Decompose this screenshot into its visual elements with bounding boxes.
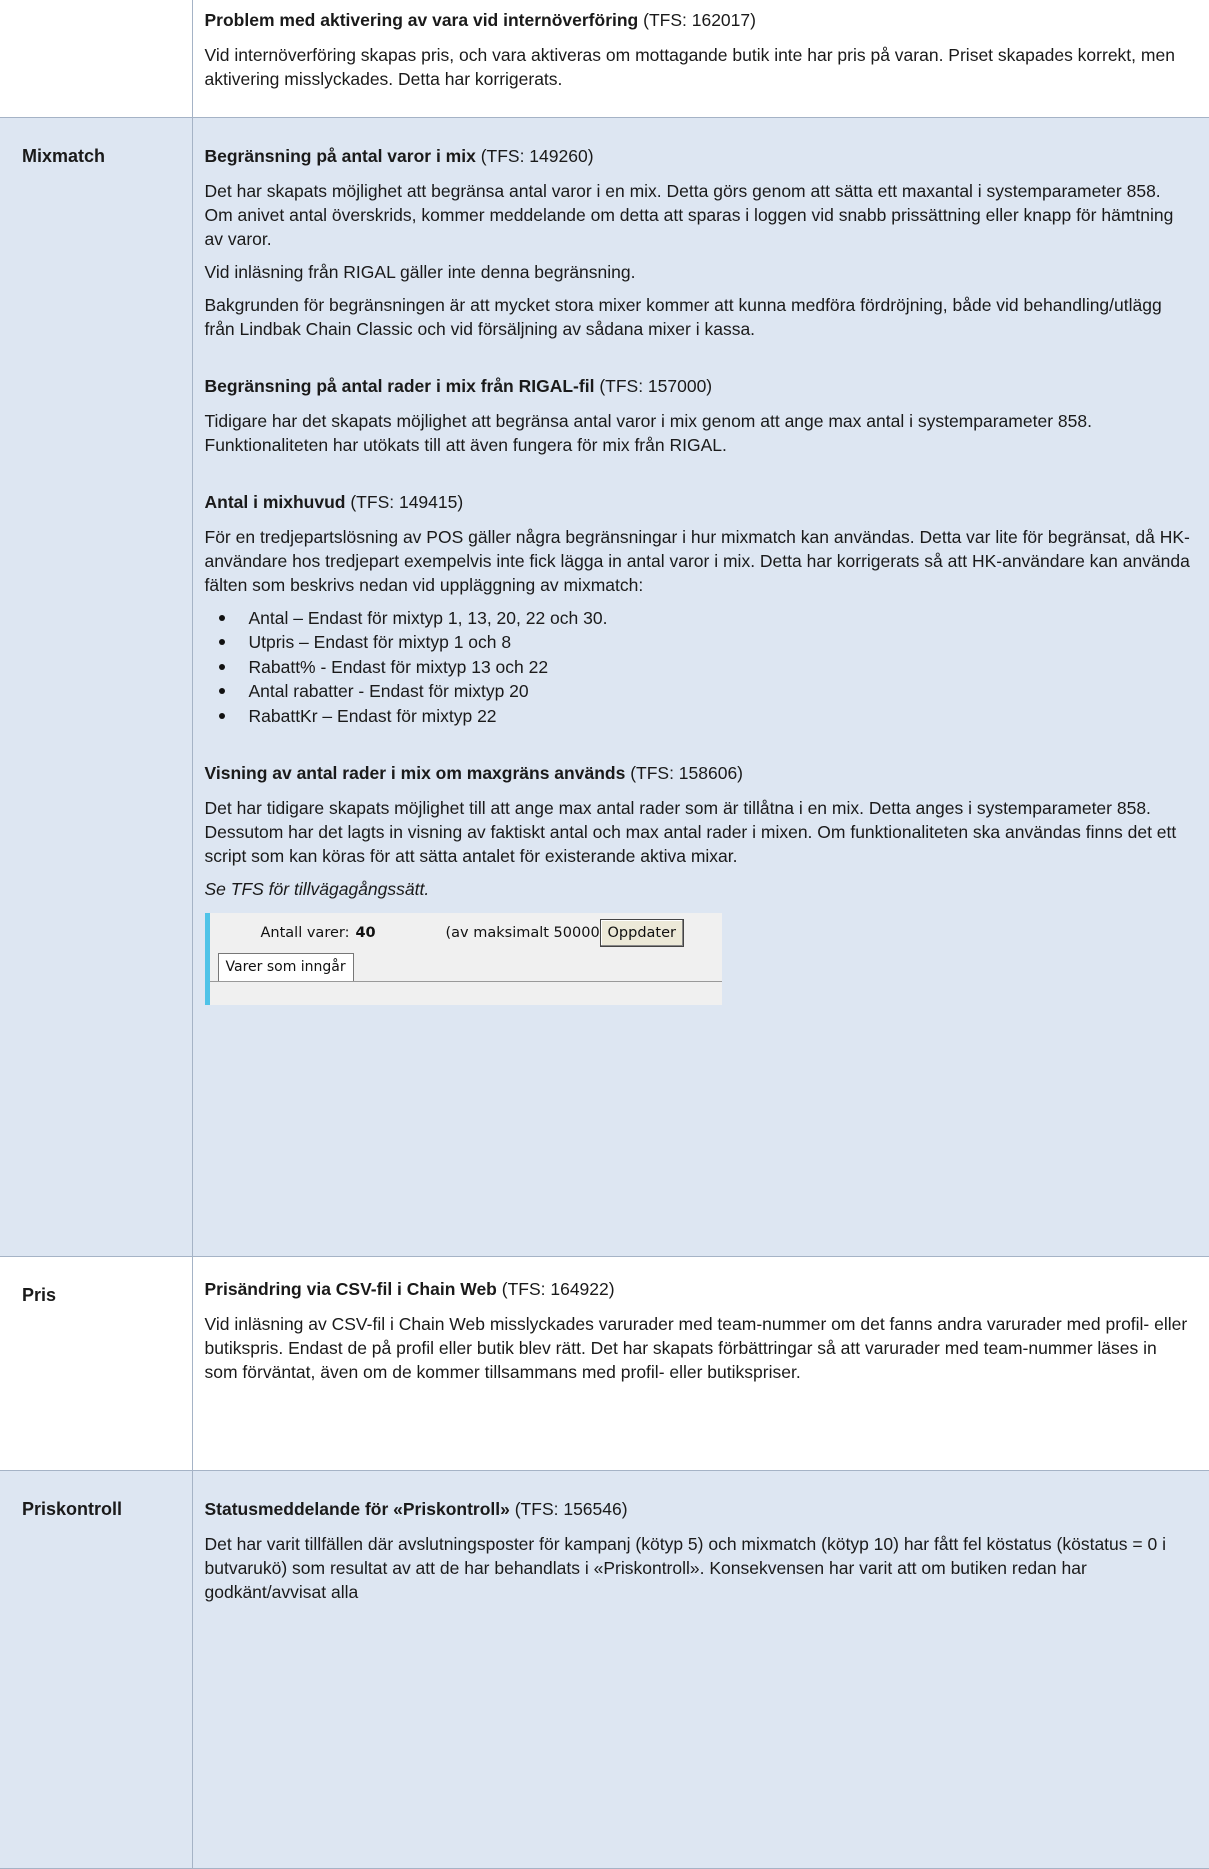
tab-items-included[interactable]: Varer som inngår	[217, 953, 354, 981]
bullet-item: Utpris – Endast för mixtyp 1 och 8	[218, 630, 1192, 655]
item-title-text: Prisändring via CSV-fil i Chain Web	[204, 1278, 497, 1299]
category-label: Mixmatch	[22, 145, 106, 166]
bullet-list: Antal – Endast för mixtyp 1, 13, 20, 22 …	[205, 606, 1192, 729]
item-paragraph: Tidigare har det skapats möjlighet att b…	[204, 410, 1092, 455]
content-cell: Prisändring via CSV-fil i Chain Web (TFS…	[191, 1255, 1209, 1471]
category-cell: Mixmatch	[0, 116, 193, 1257]
tfs-reference: (TFS: 149260)	[480, 145, 594, 166]
table-row: Problem med aktivering av vara vid inter…	[0, 0, 1209, 118]
bullet-item: RabattKr – Endast för mixtyp 22	[218, 704, 1192, 729]
release-item: Statusmeddelande för «Priskontroll» (TFS…	[205, 1471, 1192, 1604]
item-title: Statusmeddelande för «Priskontroll» (TFS…	[205, 1471, 1192, 1521]
item-paragraph: Vid inläsning från RIGAL gäller inte den…	[204, 261, 636, 282]
count-label: Antall varer: 40	[260, 925, 376, 941]
release-item: Antal i mixhuvud (TFS: 149415) För en tr…	[205, 490, 1192, 729]
category-cell: Pris	[0, 1255, 193, 1471]
item-title: Begränsning på antal varor i mix (TFS: 1…	[205, 118, 1192, 168]
item-title: Antal i mixhuvud (TFS: 149415)	[205, 490, 1192, 514]
max-count-text: (av maksimalt 50000)	[445, 925, 606, 941]
item-title-text: Antal i mixhuvud	[204, 491, 346, 512]
bullet-item: Antal – Endast för mixtyp 1, 13, 20, 22 …	[218, 606, 1192, 631]
item-title-text: Begränsning på antal rader i mix från RI…	[204, 375, 595, 396]
item-title: Problem med aktivering av vara vid inter…	[205, 0, 1192, 32]
item-title-text: Begränsning på antal varor i mix	[204, 145, 476, 166]
table-row: Mixmatch Begränsning på antal varor i mi…	[0, 116, 1209, 1257]
item-paragraph: Bakgrunden för begränsningen är att myck…	[204, 294, 1162, 339]
item-title-text: Statusmeddelande för «Priskontroll»	[204, 1498, 510, 1519]
item-paragraph: Vid inläsning av CSV-fil i Chain Web mis…	[204, 1313, 1188, 1382]
category-cell: Priskontroll	[0, 1469, 193, 1869]
item-paragraph: Vid internöverföring skapas pris, och va…	[204, 45, 1175, 89]
tfs-reference: (TFS: 162017)	[643, 10, 756, 30]
category-label	[22, 0, 182, 28]
tfs-reference: (TFS: 157000)	[599, 375, 713, 396]
item-title-text: Problem med aktivering av vara vid inter…	[204, 10, 639, 30]
category-label: Priskontroll	[22, 1498, 123, 1519]
tfs-reference: (TFS: 156546)	[514, 1498, 628, 1519]
release-notes-table: Problem med aktivering av vara vid inter…	[0, 0, 1209, 1869]
release-item: Begränsning på antal varor i mix (TFS: 1…	[205, 118, 1192, 341]
item-title-text: Visning av antal rader i mix om maxgräns…	[204, 763, 626, 783]
content-cell: Problem med aktivering av vara vid inter…	[191, 0, 1209, 118]
category-cell	[0, 0, 193, 118]
item-title: Begränsning på antal rader i mix från RI…	[205, 374, 1192, 398]
release-item: Problem med aktivering av vara vid inter…	[205, 0, 1192, 91]
table-row: Pris Prisändring via CSV-fil i Chain Web…	[0, 1255, 1209, 1471]
release-item: Begränsning på antal rader i mix från RI…	[205, 374, 1192, 457]
italic-note: Se TFS för tillvägagångssätt.	[204, 879, 430, 899]
count-value: 40	[355, 925, 376, 941]
item-title: Prisändring via CSV-fil i Chain Web (TFS…	[205, 1277, 1192, 1301]
item-paragraph: Det har varit tillfällen där avslutnings…	[204, 1533, 1166, 1602]
item-paragraph: Det har skapats möjlighet att begränsa a…	[204, 180, 1174, 249]
release-item: Prisändring via CSV-fil i Chain Web (TFS…	[205, 1257, 1192, 1384]
tfs-reference: (TFS: 158606)	[630, 763, 744, 783]
mix-count-screenshot: Antall varer: 40 (av maksimalt 50000) Opp…	[204, 913, 722, 1005]
release-item: Visning av antal rader i mix om maxgräns…	[204, 761, 1192, 1005]
item-title: Visning av antal rader i mix om maxgräns…	[205, 761, 1192, 785]
item-paragraph: För en tredjepartslösning av POS gäller …	[204, 526, 1190, 595]
category-label: Pris	[22, 1284, 57, 1305]
content-cell: Begränsning på antal varor i mix (TFS: 1…	[191, 116, 1209, 1257]
bullet-item: Antal rabatter - Endast för mixtyp 20	[218, 679, 1192, 704]
bullet-item: Rabatt% - Endast för mixtyp 13 och 22	[218, 655, 1192, 680]
tfs-reference: (TFS: 164922)	[501, 1278, 615, 1299]
table-row: Priskontroll Statusmeddelande för «Prisk…	[0, 1469, 1209, 1869]
item-paragraph: Det har tidigare skapats möjlighet till …	[204, 798, 1177, 866]
content-cell: Statusmeddelande för «Priskontroll» (TFS…	[191, 1469, 1209, 1869]
tfs-reference: (TFS: 149415)	[350, 491, 464, 512]
update-button[interactable]: Oppdater	[599, 919, 684, 947]
